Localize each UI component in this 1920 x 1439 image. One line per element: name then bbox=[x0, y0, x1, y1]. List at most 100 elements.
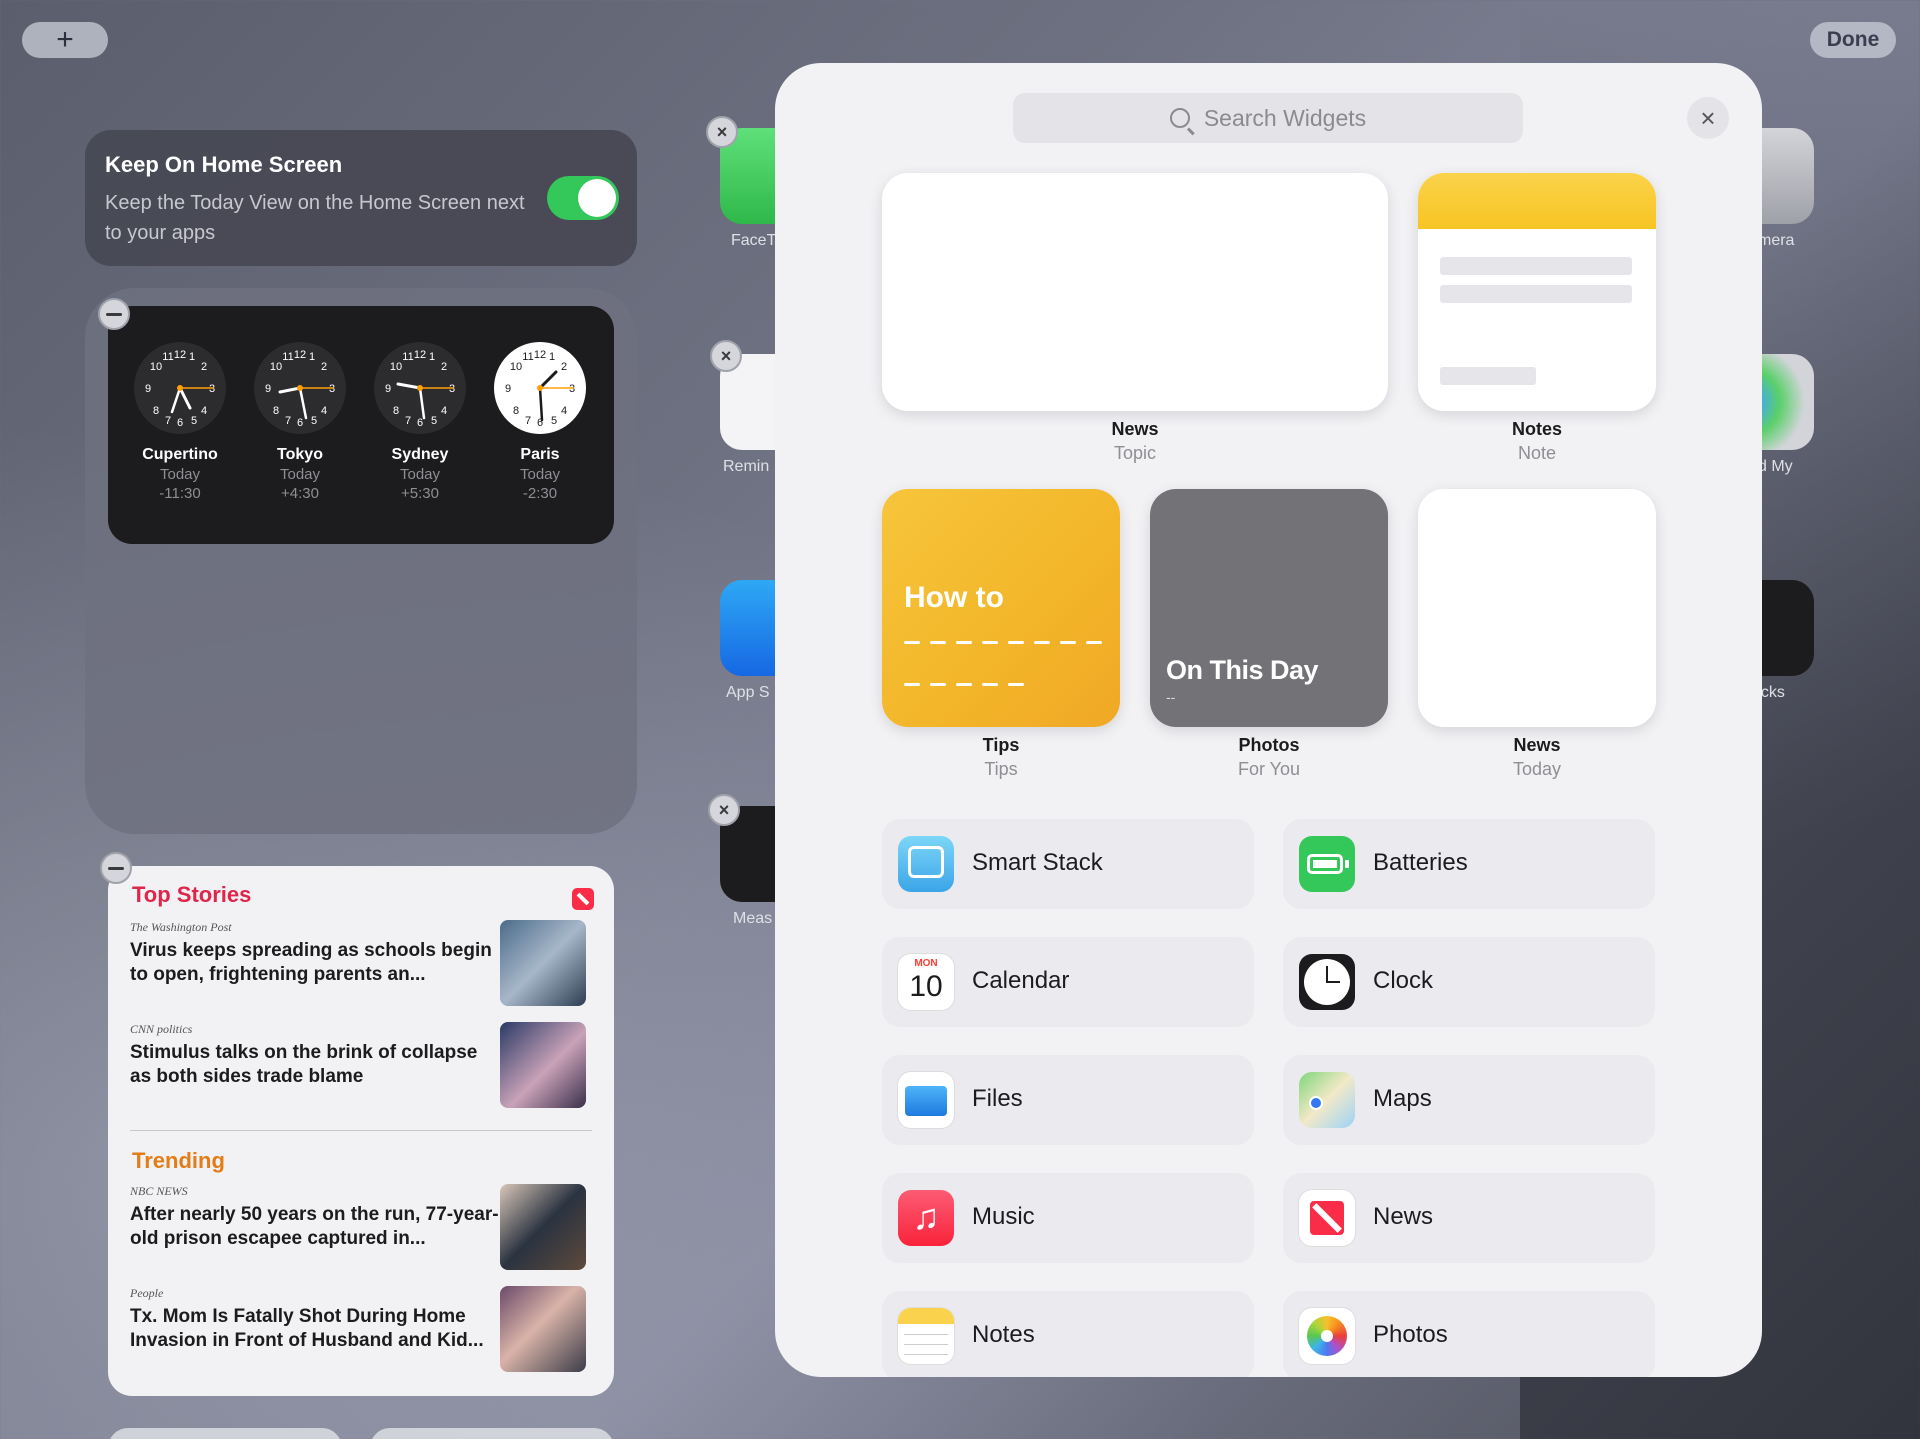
svg-text:8: 8 bbox=[153, 405, 159, 417]
news-topic-widget[interactable] bbox=[882, 173, 1388, 411]
keep-on-home-title: Keep On Home Screen bbox=[105, 152, 343, 177]
clock-offset: -11:30 bbox=[159, 485, 201, 502]
news-trending-header: Trending bbox=[132, 1148, 225, 1173]
app-row-music[interactable]: ♫ Music bbox=[882, 1173, 1254, 1263]
notes-note-widget[interactable] bbox=[1418, 173, 1656, 411]
story-title: Tx. Mom Is Fatally Shot During Home Inva… bbox=[130, 1306, 484, 1351]
on-this-day-text: On This Day bbox=[1166, 655, 1319, 685]
app-row-label: Calendar bbox=[972, 967, 1070, 994]
files-icon bbox=[898, 1072, 954, 1128]
photos-widget[interactable]: On This Day -- bbox=[1150, 489, 1388, 727]
clock-city: Sydney bbox=[391, 446, 449, 463]
svg-text:9: 9 bbox=[505, 383, 511, 395]
svg-text:1: 1 bbox=[309, 351, 315, 363]
minus-icon bbox=[106, 312, 122, 316]
app-row-maps[interactable]: Maps bbox=[1283, 1055, 1655, 1145]
app-row-notes[interactable]: Notes bbox=[882, 1291, 1254, 1377]
app-row-news[interactable]: News bbox=[1283, 1173, 1655, 1263]
keep-on-home-card: Keep On Home Screen Keep the Today View … bbox=[85, 130, 637, 266]
svg-text:10: 10 bbox=[150, 361, 162, 373]
remove-widget-button[interactable] bbox=[100, 852, 132, 884]
news-story[interactable]: NBC NEWS After nearly 50 years on the ru… bbox=[130, 1184, 604, 1270]
add-widget-button[interactable]: + bbox=[22, 22, 108, 58]
svg-text:8: 8 bbox=[393, 405, 399, 417]
on-this-day-sub: -- bbox=[1166, 689, 1176, 705]
news-icon bbox=[1299, 1190, 1355, 1246]
svg-text:1: 1 bbox=[429, 351, 435, 363]
svg-text:11: 11 bbox=[162, 351, 173, 363]
done-button[interactable]: Done bbox=[1810, 22, 1896, 58]
widget-gallery-sheet: Search Widgets × News Topic Notes Note H… bbox=[775, 63, 1762, 1377]
search-placeholder: Search Widgets bbox=[1203, 104, 1367, 131]
app-row-clock[interactable]: Clock bbox=[1283, 937, 1655, 1027]
svg-text:7: 7 bbox=[285, 415, 291, 427]
svg-text:9: 9 bbox=[265, 383, 271, 395]
clock-city: Tokyo bbox=[277, 446, 323, 463]
app-row-calendar[interactable]: MON 10 Calendar bbox=[882, 937, 1254, 1027]
clock-item: 12 2 3 4 6 8 9 10 1 5 7 11 Sydney Today +5:30 bbox=[372, 342, 468, 502]
notes-header-bar bbox=[1418, 173, 1656, 229]
search-icon bbox=[1169, 108, 1190, 128]
svg-text:2: 2 bbox=[201, 361, 207, 373]
app-row-smart-stack[interactable]: Smart Stack bbox=[882, 819, 1254, 909]
app-row-batteries[interactable]: Batteries bbox=[1283, 819, 1655, 909]
svg-text:2: 2 bbox=[441, 361, 447, 373]
clock-face-icon: 12 2 3 4 6 8 9 10 1 5 7 11 bbox=[494, 342, 586, 434]
widget-name: News bbox=[1111, 419, 1159, 439]
music-icon: ♫ bbox=[898, 1190, 954, 1246]
svg-text:12: 12 bbox=[534, 349, 546, 361]
news-story[interactable]: CNN politics Stimulus talks on the brink… bbox=[130, 1022, 604, 1108]
app-row-label: Music bbox=[972, 1203, 1035, 1230]
app-label: d My bbox=[1758, 458, 1793, 475]
remove-widget-button[interactable] bbox=[98, 298, 130, 330]
calendar-month: MON bbox=[914, 958, 938, 969]
photos-icon bbox=[1299, 1308, 1355, 1364]
delete-app-button[interactable]: × bbox=[706, 116, 738, 148]
tips-widget[interactable]: How to bbox=[882, 489, 1120, 727]
news-top-stories-header: Top Stories bbox=[132, 882, 252, 907]
toggle-knob bbox=[578, 179, 616, 217]
svg-text:12: 12 bbox=[414, 349, 426, 361]
notes-icon bbox=[898, 1308, 954, 1364]
news-widget[interactable]: Top Stories The Washington Post Virus ke… bbox=[108, 866, 614, 1396]
svg-text:3: 3 bbox=[449, 383, 455, 395]
widget-kind: Note bbox=[1517, 443, 1557, 463]
svg-text:11: 11 bbox=[522, 351, 533, 363]
tips-text: How to bbox=[904, 581, 1004, 614]
svg-text:11: 11 bbox=[282, 351, 293, 363]
news-story[interactable]: The Washington Post Virus keeps spreadin… bbox=[130, 920, 604, 1006]
app-row-photos[interactable]: Photos bbox=[1283, 1291, 1655, 1377]
widget-kind: For You bbox=[1237, 759, 1301, 779]
story-thumbnail bbox=[500, 1286, 586, 1372]
svg-text:5: 5 bbox=[191, 415, 197, 427]
app-row-files[interactable]: Files bbox=[882, 1055, 1254, 1145]
search-widgets-input[interactable]: Search Widgets bbox=[1013, 93, 1523, 143]
news-story[interactable]: People Tx. Mom Is Fatally Shot During Ho… bbox=[130, 1286, 604, 1372]
clock-item: 12 2 3 4 6 8 9 10 1 5 7 11 Tokyo Today +4:30 bbox=[252, 342, 348, 502]
story-thumbnail bbox=[500, 920, 586, 1006]
delete-app-button[interactable]: × bbox=[708, 794, 740, 826]
keep-on-home-toggle[interactable] bbox=[547, 176, 619, 220]
svg-text:12: 12 bbox=[294, 349, 306, 361]
svg-text:4: 4 bbox=[441, 405, 447, 417]
svg-text:4: 4 bbox=[201, 405, 207, 417]
widget-name: Tips bbox=[982, 735, 1020, 755]
delete-app-button[interactable]: × bbox=[710, 340, 742, 372]
svg-text:4: 4 bbox=[321, 405, 327, 417]
world-clock-widget[interactable]: 12 2 3 4 6 8 9 10 1 5 7 11 Cupertino Today -11:30… bbox=[108, 306, 614, 544]
news-today-widget[interactable] bbox=[1418, 489, 1656, 727]
clock-offset: +5:30 bbox=[401, 485, 439, 502]
svg-text:6: 6 bbox=[417, 417, 423, 429]
svg-text:6: 6 bbox=[297, 417, 303, 429]
svg-text:3: 3 bbox=[329, 383, 335, 395]
svg-text:4: 4 bbox=[561, 405, 567, 417]
news-divider bbox=[130, 1130, 592, 1131]
tips-placeholder-line bbox=[904, 683, 1024, 686]
keep-on-home-subtitle: Keep the Today View on the Home Screen n… bbox=[105, 192, 525, 244]
close-icon[interactable]: × bbox=[1687, 97, 1729, 139]
clock-face-icon: 12 2 3 4 6 8 9 10 1 5 7 11 bbox=[134, 342, 226, 434]
clock-offset: +4:30 bbox=[281, 485, 319, 502]
minus-icon bbox=[108, 866, 124, 870]
svg-text:1: 1 bbox=[549, 351, 555, 363]
story-thumbnail bbox=[500, 1022, 586, 1108]
